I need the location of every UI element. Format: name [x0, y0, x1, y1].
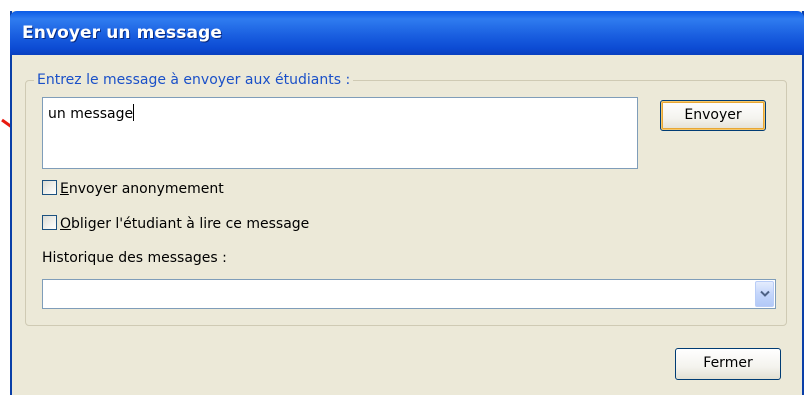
force-read-label-rest: bliger l'étudiant à lire ce message [71, 216, 310, 232]
force-read-checkbox-row[interactable]: Obliger l'étudiant à lire ce message [42, 214, 309, 234]
title-bar[interactable]: Envoyer un message [10, 11, 804, 55]
anonymous-label-rest: nvoyer anonymement [68, 181, 224, 197]
anonymous-checkbox[interactable] [42, 180, 57, 195]
force-read-mnemonic: O [60, 216, 72, 232]
dialog-title: Envoyer un message [22, 23, 222, 43]
text-caret [133, 104, 135, 121]
history-dropdown[interactable] [42, 279, 776, 309]
send-message-dialog: Envoyer un message Entrez le message à e… [10, 11, 804, 395]
send-button[interactable]: Envoyer [660, 100, 766, 131]
message-input-value: un message [48, 106, 134, 122]
force-read-checkbox[interactable] [42, 215, 57, 230]
message-input[interactable]: un message [42, 97, 638, 169]
history-dropdown-button[interactable] [755, 281, 774, 307]
anonymous-checkbox-row[interactable]: Envoyer anonymement [42, 179, 224, 199]
history-label: Historique des messages : [42, 250, 227, 266]
message-group-legend: Entrez le message à envoyer aux étudiant… [34, 71, 354, 89]
chevron-down-icon [760, 290, 770, 297]
force-read-label: Obliger l'étudiant à lire ce message [60, 216, 309, 232]
anonymous-label: Envoyer anonymement [60, 181, 224, 197]
close-button[interactable]: Fermer [675, 348, 781, 380]
anonymous-mnemonic: E [60, 181, 69, 197]
